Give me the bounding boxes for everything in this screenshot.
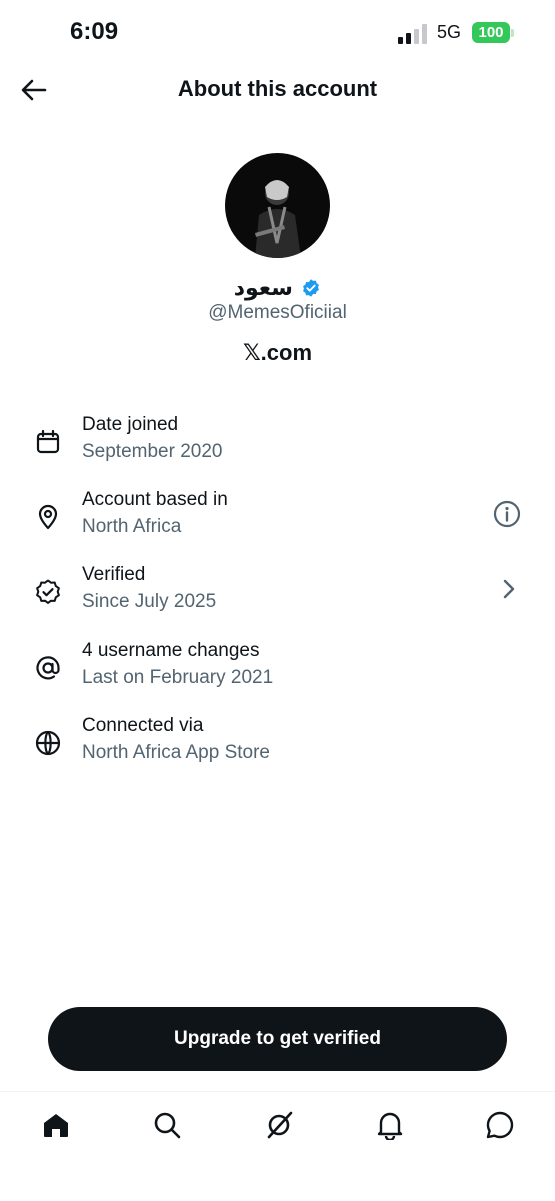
detail-row-username-changes: 4 username changes Last on February 2021: [0, 640, 555, 710]
verified-badge-icon: [36, 579, 60, 604]
avatar-photo: [254, 180, 301, 258]
battery-cap: [511, 29, 514, 37]
detail-row-account-based-in: Account based in North Africa: [0, 489, 555, 559]
battery-indicator: 100: [472, 22, 510, 43]
network-type: 5G: [437, 22, 462, 42]
bottom-navigation: [0, 1091, 555, 1201]
detail-value: North Africa: [82, 516, 182, 537]
profile-domain: 𝕏.com: [242, 340, 313, 365]
location-pin-icon: [38, 504, 58, 530]
search-icon[interactable]: [152, 1110, 182, 1140]
info-icon[interactable]: [492, 499, 522, 529]
detail-row-verified[interactable]: Verified Since July 2025: [0, 564, 555, 634]
home-icon[interactable]: [41, 1110, 71, 1140]
profile-name-row: سعود: [0, 275, 555, 301]
detail-label: 4 username changes: [82, 640, 260, 661]
detail-value: September 2020: [82, 441, 223, 462]
verified-check-icon: [303, 279, 320, 297]
messages-icon[interactable]: [485, 1110, 515, 1140]
calendar-icon: [36, 429, 60, 454]
profile-handle: @MemesOficiial: [208, 302, 347, 323]
detail-value: Since July 2025: [82, 591, 217, 612]
at-sign-icon: [36, 656, 60, 680]
detail-row-date-joined: Date joined September 2020: [0, 414, 555, 484]
page-title: About this account: [177, 76, 378, 101]
detail-label: Connected via: [82, 715, 204, 736]
chevron-right-icon[interactable]: [494, 574, 524, 604]
detail-label: Account based in: [82, 489, 228, 510]
grok-icon[interactable]: [264, 1110, 294, 1140]
cellular-signal-icon: [398, 24, 427, 44]
globe-icon: [35, 730, 61, 756]
upgrade-button[interactable]: Upgrade to get verified: [48, 1007, 507, 1071]
detail-label: Verified: [82, 564, 146, 585]
detail-value: North Africa App Store: [82, 742, 270, 763]
status-time: 6:09: [70, 18, 119, 45]
avatar: [225, 153, 330, 258]
status-bar: 6:09 5G 100: [0, 0, 555, 66]
profile-name: سعود: [233, 275, 293, 300]
notifications-icon[interactable]: [375, 1110, 405, 1140]
detail-row-connected-via: Connected via North Africa App Store: [0, 715, 555, 785]
detail-label: Date joined: [82, 414, 179, 435]
detail-value: Last on February 2021: [82, 667, 274, 688]
